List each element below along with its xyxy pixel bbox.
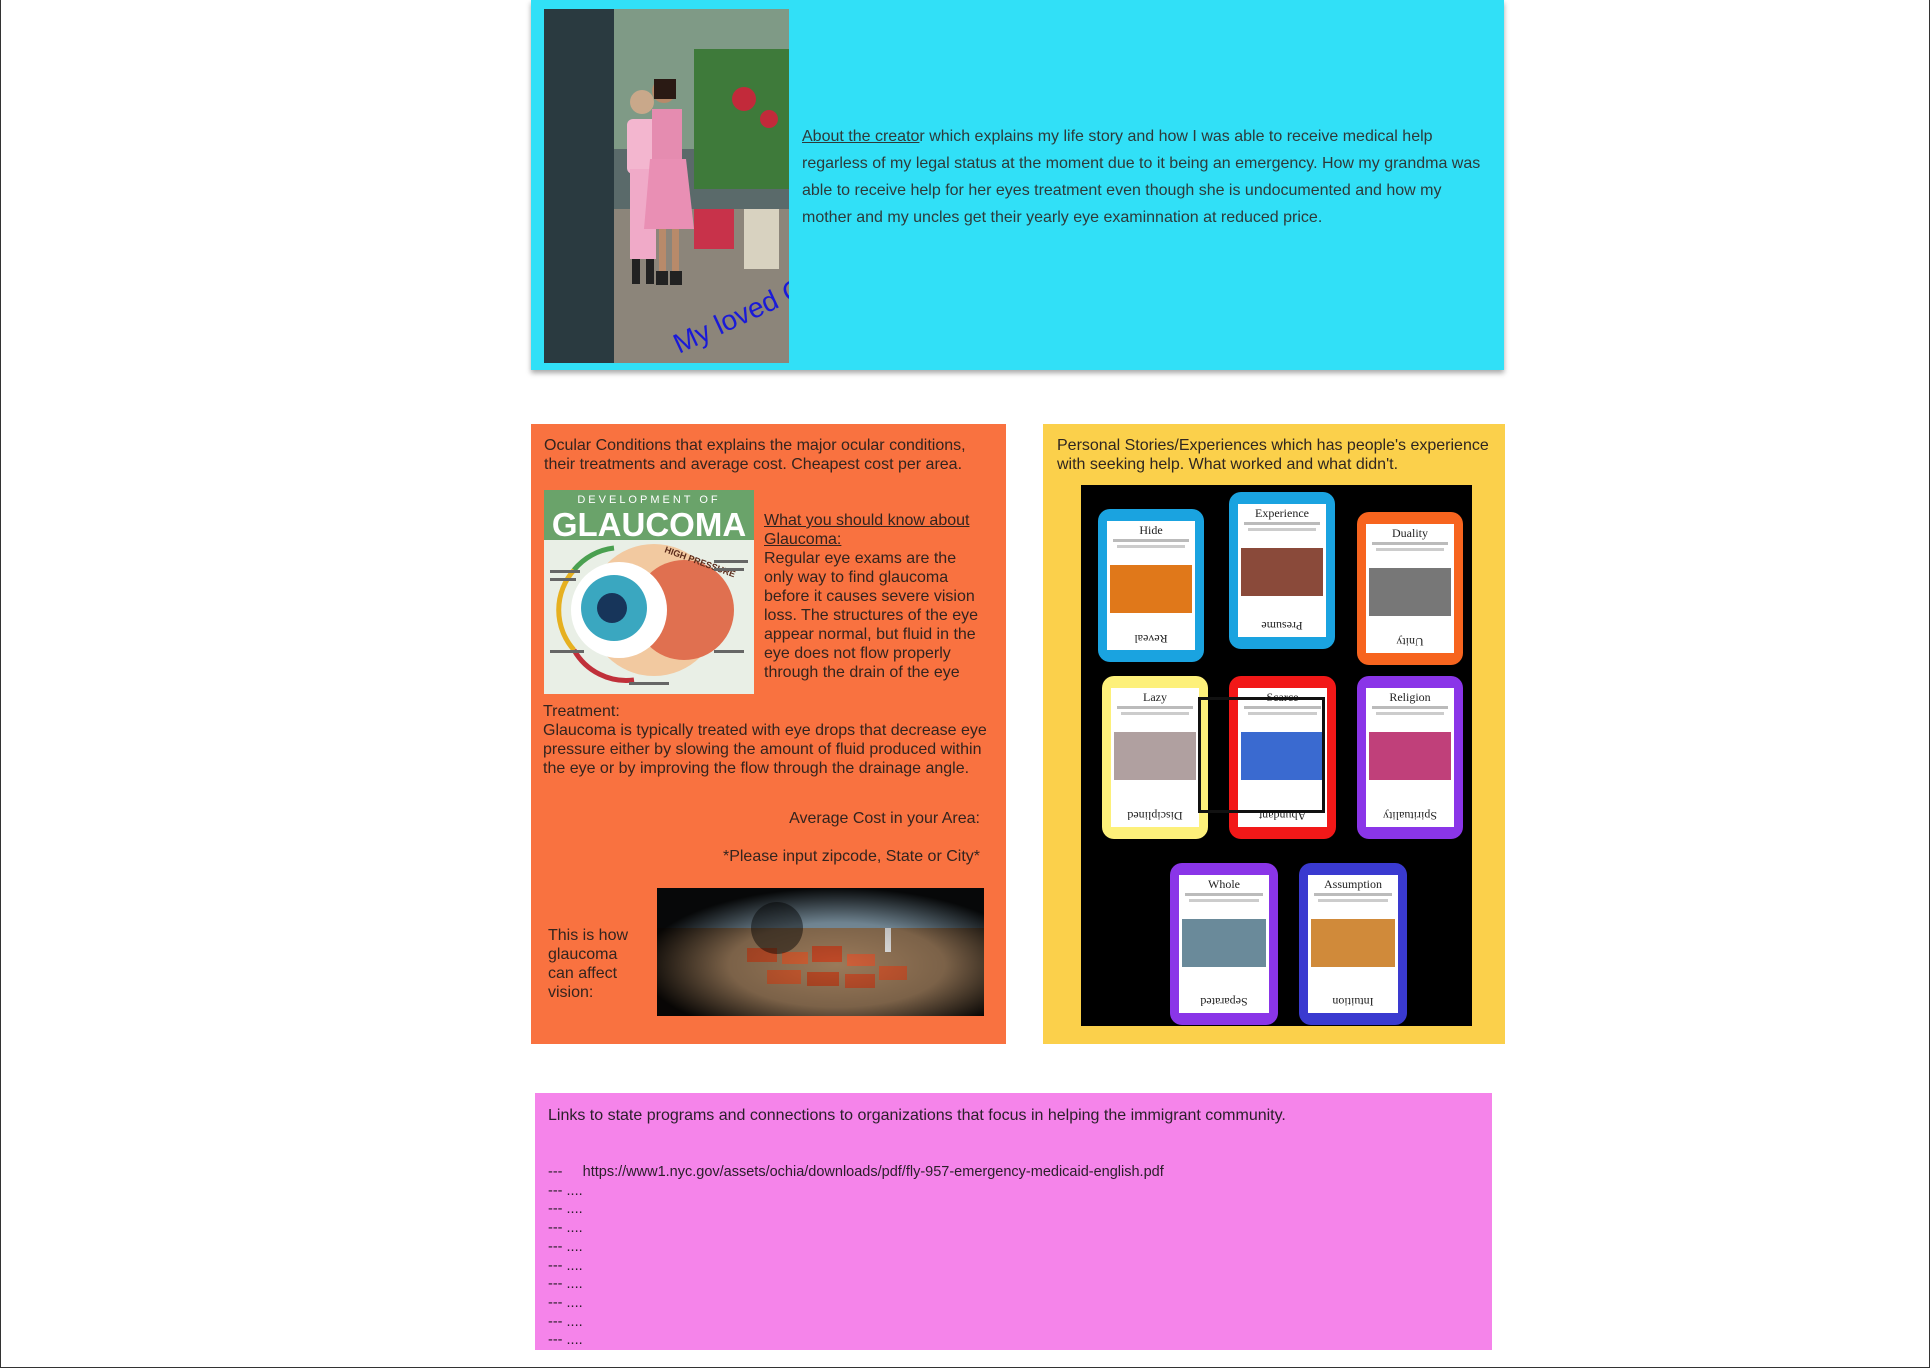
link-placeholder: --- ....	[548, 1220, 583, 1237]
card-title: Religion	[1389, 690, 1431, 704]
diagram-banner-main: GLAUCOMA	[552, 506, 746, 543]
card-title: Lazy	[1143, 690, 1167, 704]
card-footer: Disciplined	[1127, 809, 1183, 823]
creator-description: About the creator which explains my life…	[802, 123, 1492, 231]
story-card[interactable]: Hide Reveal	[1098, 509, 1204, 662]
story-card[interactable]: Religion Spirituality	[1357, 676, 1463, 839]
links-title: Links to state programs and connections …	[548, 1107, 1286, 1124]
about-creator-link[interactable]: About the creato	[802, 128, 919, 145]
card-title: Whole	[1208, 877, 1240, 891]
vision-effect-label: This is how glaucoma can affect vision:	[548, 927, 629, 1001]
link-placeholder: --- ....	[548, 1332, 583, 1349]
link-placeholder: --- ....	[548, 1257, 583, 1274]
card-image	[1114, 732, 1196, 780]
card-image	[1241, 548, 1323, 596]
card-title: Assumption	[1323, 877, 1382, 891]
story-card[interactable]: Duality Unity	[1357, 512, 1463, 665]
card-image	[1110, 565, 1192, 613]
story-cards-board: Hide Reveal Experience Presume Duality Unit…	[1081, 485, 1472, 1026]
glaucoma-info: What you should know about Glaucoma: Reg…	[764, 511, 989, 682]
card-title: Duality	[1392, 526, 1428, 540]
glaucoma-info-title[interactable]: What you should know about Glaucoma:	[764, 511, 989, 549]
average-cost-label: Average Cost in your Area:	[789, 810, 980, 827]
medicaid-link[interactable]: --- https://www1.nyc.gov/assets/ochia/do…	[548, 1163, 1164, 1182]
link-placeholder: --- ....	[548, 1294, 583, 1311]
card-image	[1369, 568, 1451, 616]
card-title: Hide	[1139, 523, 1163, 537]
link-placeholder: --- ....	[548, 1276, 583, 1293]
card-image	[1182, 919, 1266, 967]
glaucoma-diagram-image: DEVELOPMENT OF GLAUCOMA HIGH PRESSURE	[544, 490, 754, 694]
card-footer: Unity	[1396, 635, 1424, 649]
card-image	[1311, 919, 1395, 967]
personal-stories-panel: Personal Stories/Experiences which has p…	[1043, 424, 1505, 1044]
stories-intro: Personal Stories/Experiences which has p…	[1057, 437, 1489, 473]
card-footer: Separated	[1200, 995, 1248, 1009]
selection-frame	[1198, 697, 1325, 813]
link-placeholder: --- ....	[548, 1313, 583, 1330]
grandma-photo: My loved Grandma	[544, 9, 789, 363]
link-placeholder: --- ....	[548, 1238, 583, 1255]
glaucoma-vision-image	[657, 888, 984, 1016]
ocular-intro: Ocular Conditions that explains the majo…	[544, 437, 966, 473]
story-card[interactable]: Whole Separated	[1170, 863, 1278, 1025]
ocular-conditions-panel: Ocular Conditions that explains the majo…	[531, 424, 1006, 1044]
card-footer: Intuition	[1332, 995, 1374, 1009]
treatment-title: Treatment:	[543, 703, 620, 720]
about-creator-panel: My loved Grandma About the creator which…	[531, 0, 1504, 370]
story-card[interactable]: Lazy Disciplined	[1102, 676, 1208, 839]
zipcode-prompt[interactable]: *Please input zipcode, State or City*	[723, 848, 980, 866]
card-title: Experience	[1255, 506, 1309, 520]
glaucoma-info-text: Regular eye exams are the only way to fi…	[764, 550, 979, 681]
card-image	[1369, 732, 1451, 780]
links-list: --- https://www1.nyc.gov/assets/ochia/do…	[548, 1163, 1164, 1350]
diagram-banner-top: DEVELOPMENT OF	[577, 494, 720, 506]
treatment-text: Glaucoma is typically treated with eye d…	[543, 722, 987, 777]
card-footer: Presume	[1261, 619, 1303, 633]
links-panel: Links to state programs and connections …	[535, 1093, 1492, 1350]
card-footer: Reveal	[1134, 632, 1168, 646]
treatment-section: Treatment: Glaucoma is typically treated…	[543, 702, 993, 778]
story-card[interactable]: Assumption Intuition	[1299, 863, 1407, 1025]
story-card[interactable]: Experience Presume	[1229, 492, 1335, 649]
link-placeholder: --- ....	[548, 1201, 583, 1218]
link-placeholder: --- ....	[548, 1182, 583, 1199]
card-footer: Spirituality	[1383, 809, 1437, 823]
